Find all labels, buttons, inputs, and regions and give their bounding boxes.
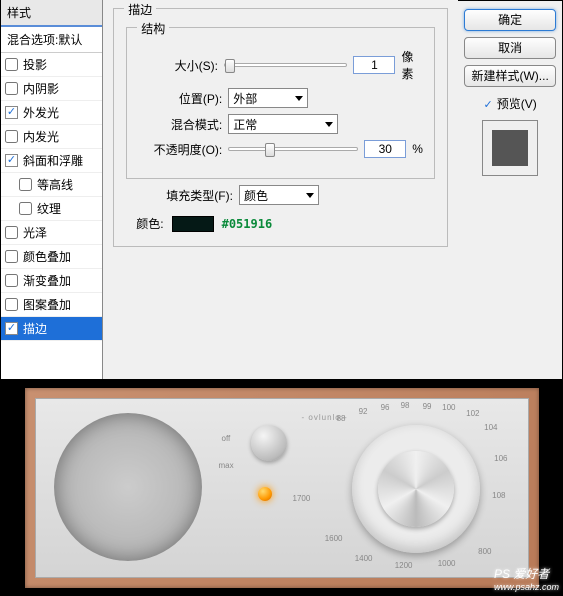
fill-type-label: 填充类型(F): xyxy=(166,187,233,204)
preview-label: 预览(V) xyxy=(497,95,537,112)
opacity-unit: % xyxy=(412,142,423,156)
blend-mode-label: 混合模式: xyxy=(137,116,222,133)
opacity-input[interactable] xyxy=(364,140,406,158)
freq-label: 96 xyxy=(381,403,390,412)
freq-label: 106 xyxy=(494,454,507,463)
style-inner-shadow[interactable]: 内阴影 xyxy=(1,77,102,101)
freq-label: 1400 xyxy=(355,554,373,563)
style-inner-glow[interactable]: 内发光 xyxy=(1,125,102,149)
speaker-grill xyxy=(54,413,202,561)
style-stroke[interactable]: ✓描边 xyxy=(1,317,102,341)
style-checkbox[interactable]: ✓ xyxy=(5,322,18,335)
freq-label: 99 xyxy=(423,402,432,411)
styles-header: 样式 xyxy=(1,0,102,27)
style-satin[interactable]: 光泽 xyxy=(1,221,102,245)
structure-title: 结构 xyxy=(137,20,169,37)
size-label: 大小(S): xyxy=(137,57,218,74)
preview-swatch-box xyxy=(482,120,538,176)
cancel-button[interactable]: 取消 xyxy=(464,37,556,59)
style-color-overlay[interactable]: 颜色叠加 xyxy=(1,245,102,269)
position-dropdown[interactable]: 外部 xyxy=(228,88,308,108)
style-checkbox[interactable] xyxy=(5,274,18,287)
fill-type-dropdown[interactable]: 颜色 xyxy=(239,185,319,205)
freq-1700: 1700 xyxy=(293,494,311,503)
size-slider[interactable] xyxy=(224,63,348,67)
dialog-buttons-panel: 确定 取消 新建样式(W)... ✓ 预览(V) xyxy=(458,0,562,379)
style-outer-glow[interactable]: ✓外发光 xyxy=(1,101,102,125)
structure-fieldset: 结构 大小(S): 像素 位置(P): 外部 混合模式: 正常 不透明度(O): xyxy=(126,27,435,179)
position-label: 位置(P): xyxy=(137,90,222,107)
style-checkbox[interactable] xyxy=(5,58,18,71)
style-checkbox[interactable] xyxy=(5,298,18,311)
power-led xyxy=(258,487,272,501)
style-checkbox[interactable] xyxy=(19,178,32,191)
style-checkbox[interactable] xyxy=(5,226,18,239)
chevron-down-icon xyxy=(325,122,333,127)
stroke-title: 描边 xyxy=(124,1,156,18)
freq-label: 1000 xyxy=(438,559,456,568)
blend-mode-dropdown[interactable]: 正常 xyxy=(228,114,338,134)
blend-options-default[interactable]: 混合选项:默认 xyxy=(1,27,102,53)
color-label: 颜色: xyxy=(136,215,163,232)
freq-label: 800 xyxy=(478,547,491,556)
freq-label: 92 xyxy=(359,407,368,416)
freq-label: 1200 xyxy=(395,561,413,570)
style-checkbox[interactable]: ✓ xyxy=(5,154,18,167)
style-bevel-emboss[interactable]: ✓斜面和浮雕 xyxy=(1,149,102,173)
radio-frame: - ovlunlo - off max 1700 88 92 96 98 99 … xyxy=(25,388,539,588)
freq-label: 88 xyxy=(337,414,346,423)
freq-label: 108 xyxy=(492,491,505,500)
freq-label: 98 xyxy=(401,401,410,410)
style-pattern-overlay[interactable]: 图案叠加 xyxy=(1,293,102,317)
layer-style-dialog: 样式 混合选项:默认 投影 内阴影 ✓外发光 内发光 ✓斜面和浮雕 等高线 纹理… xyxy=(0,0,563,379)
new-style-button[interactable]: 新建样式(W)... xyxy=(464,65,556,87)
styles-list-panel: 样式 混合选项:默认 投影 内阴影 ✓外发光 内发光 ✓斜面和浮雕 等高线 纹理… xyxy=(0,0,103,379)
opacity-slider[interactable] xyxy=(228,147,358,151)
volume-knob xyxy=(251,425,287,461)
stroke-fieldset: 描边 结构 大小(S): 像素 位置(P): 外部 混合模式: 正常 xyxy=(113,8,448,247)
color-swatch[interactable] xyxy=(172,216,214,232)
style-checkbox[interactable] xyxy=(5,82,18,95)
style-contour[interactable]: 等高线 xyxy=(1,173,102,197)
style-drop-shadow[interactable]: 投影 xyxy=(1,53,102,77)
size-input[interactable] xyxy=(353,56,395,74)
chevron-down-icon xyxy=(306,193,314,198)
style-gradient-overlay[interactable]: 渐变叠加 xyxy=(1,269,102,293)
opacity-label: 不透明度(O): xyxy=(137,141,222,158)
ok-button[interactable]: 确定 xyxy=(464,9,556,31)
style-checkbox[interactable] xyxy=(19,202,32,215)
preview-swatch xyxy=(492,130,528,166)
canvas-preview: - ovlunlo - off max 1700 88 92 96 98 99 … xyxy=(0,379,563,596)
stroke-settings-panel: 描边 结构 大小(S): 像素 位置(P): 外部 混合模式: 正常 xyxy=(103,0,458,379)
off-label: off xyxy=(222,434,231,443)
tuning-dial xyxy=(352,425,480,553)
max-label: max xyxy=(219,461,234,470)
color-hex: #051916 xyxy=(222,217,273,231)
style-checkbox[interactable] xyxy=(5,130,18,143)
style-checkbox[interactable]: ✓ xyxy=(5,106,18,119)
preview-checkbox[interactable]: ✓ xyxy=(484,97,493,111)
watermark: PS 爱好者 www.psahz.com xyxy=(494,565,559,592)
freq-label: 100 xyxy=(442,403,455,412)
freq-label: 1600 xyxy=(325,534,343,543)
style-texture[interactable]: 纹理 xyxy=(1,197,102,221)
slider-thumb[interactable] xyxy=(225,59,235,73)
style-checkbox[interactable] xyxy=(5,250,18,263)
chevron-down-icon xyxy=(295,96,303,101)
freq-label: 102 xyxy=(466,409,479,418)
radio-face: - ovlunlo - off max 1700 88 92 96 98 99 … xyxy=(35,398,529,578)
slider-thumb[interactable] xyxy=(265,143,275,157)
preview-checkbox-row[interactable]: ✓ 预览(V) xyxy=(464,95,556,112)
freq-label: 104 xyxy=(484,423,497,432)
size-unit: 像素 xyxy=(401,48,424,82)
